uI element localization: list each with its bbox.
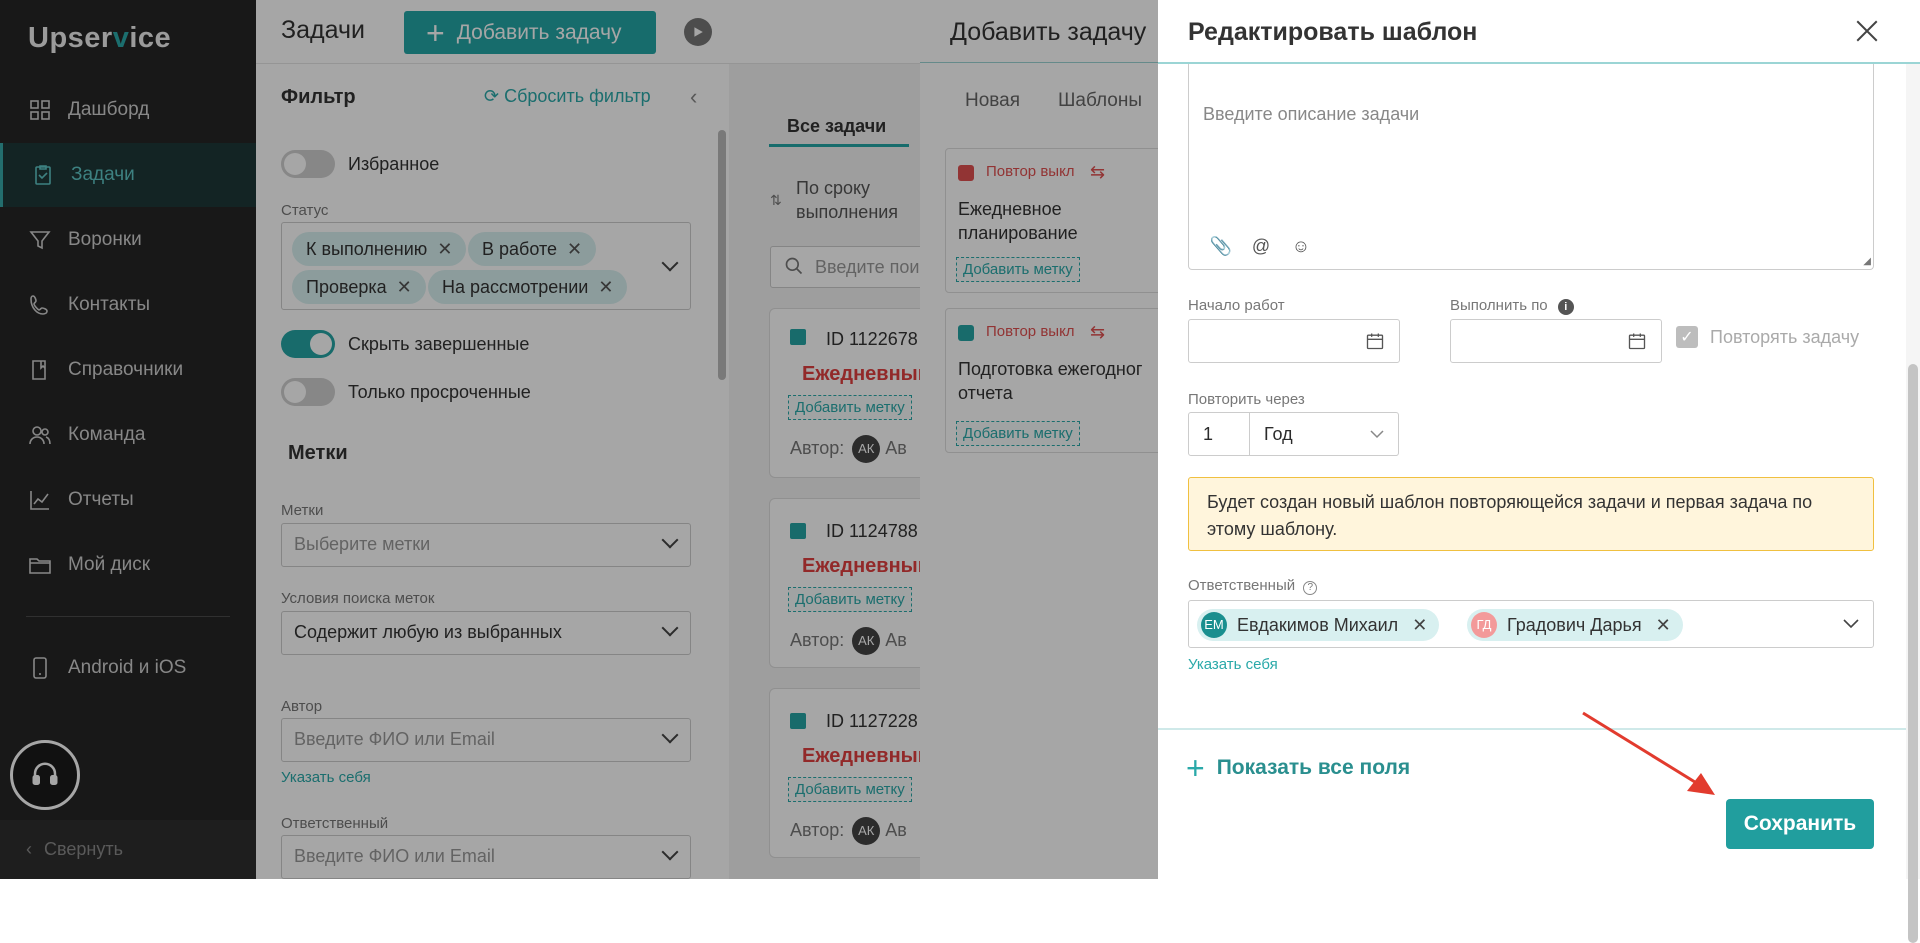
info-icon: i [1557,299,1574,315]
emoji-icon[interactable]: ☺ [1289,234,1313,258]
annotation-arrow [1582,711,1715,795]
paperclip-icon[interactable]: 📎 [1209,234,1233,258]
scrollbar-thumb[interactable] [1908,364,1918,943]
repeat-every-label: Повторить через [1188,391,1305,408]
close-icon[interactable]: ✕ [1656,615,1671,636]
repeat-period-select[interactable]: Год [1249,412,1399,456]
calendar-icon [1366,333,1384,350]
repeat-interval-input[interactable]: 1 [1188,412,1250,456]
mention-icon[interactable]: @ [1249,234,1273,258]
edit-template-title: Редактировать шаблон [1188,18,1478,46]
assign-self-link[interactable]: Указать себя [1188,656,1278,673]
resize-handle-icon[interactable]: ◢ [1863,256,1871,267]
close-icon[interactable]: ✕ [1412,615,1427,636]
repeat-task-checkbox[interactable]: ✓ [1676,326,1698,348]
show-all-fields-label: Показать все поля [1216,756,1411,779]
start-date-input[interactable] [1188,319,1400,363]
save-button[interactable]: Сохранить [1726,799,1874,849]
due-date-label: Выполнить по i [1450,297,1574,315]
edit-template-panel: Редактировать шаблон Введите описание за… [1158,0,1920,943]
due-date-input[interactable] [1450,319,1662,363]
responsible-chip: ЕМ Евдакимов Михаил ✕ [1197,609,1440,641]
start-date-label: Начало работ [1188,297,1285,314]
avatar: ГД [1471,612,1497,638]
help-icon: ? [1303,581,1318,595]
responsible-chip: ГД Градович Дарья ✕ [1467,609,1683,641]
chevron-down-icon [1843,619,1859,629]
chevron-down-icon [1370,430,1384,439]
modal-backdrop[interactable] [0,0,920,879]
repeat-task-label: Повторять задачу [1710,327,1860,347]
show-all-fields-button[interactable]: + Показать все поля [1186,752,1410,784]
dialog-backdrop[interactable] [920,0,1158,879]
calendar-icon [1628,333,1646,350]
plus-icon: + [1186,750,1205,786]
panel-scrollbar[interactable] [1906,64,1920,943]
footer-divider [1158,728,1906,730]
avatar: ЕМ [1201,612,1227,638]
info-notice: Будет создан новый шаблон повторяющейся … [1188,477,1874,551]
description-placeholder: Введите описание задачи [1203,104,1420,124]
responsible-name: Евдакимов Михаил [1237,614,1399,635]
responsible-name: Градович Дарья [1507,614,1642,635]
close-icon[interactable] [1854,18,1880,44]
responsible-label: Ответственный ? [1188,577,1318,595]
description-textarea[interactable]: Введите описание задачи 📎 @ ☺ ◢ [1188,64,1874,270]
responsible-select[interactable]: ЕМ Евдакимов Михаил ✕ ГД Градович Дарья … [1188,600,1874,648]
